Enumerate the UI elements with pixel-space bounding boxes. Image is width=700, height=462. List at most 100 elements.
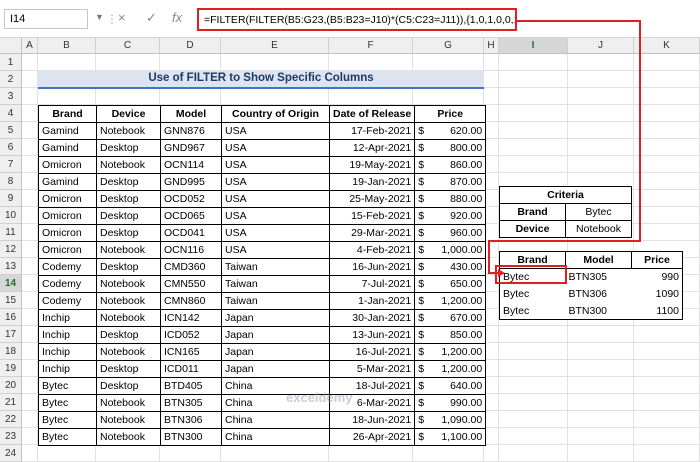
row-header-15[interactable]: 15: [0, 292, 22, 309]
table-cell[interactable]: Desktop: [96, 224, 161, 242]
table-cell[interactable]: Bytec: [38, 428, 97, 446]
price-cell[interactable]: $870.00: [414, 173, 487, 191]
table-cell[interactable]: GND967: [160, 139, 222, 157]
price-cell[interactable]: $430.00: [414, 258, 487, 276]
price-cell[interactable]: $1,100.00: [414, 428, 487, 446]
table-cell[interactable]: 30-Jan-2021: [328, 309, 416, 327]
column-header-g[interactable]: G: [413, 38, 484, 54]
table-cell[interactable]: Taiwan: [221, 275, 330, 293]
table-cell[interactable]: Desktop: [96, 326, 161, 344]
table-cell[interactable]: BTN300: [160, 428, 222, 446]
table-cell[interactable]: 12-Apr-2021: [328, 139, 416, 157]
cancel-icon[interactable]: ×: [118, 10, 126, 25]
table-cell[interactable]: Notebook: [96, 275, 161, 293]
table-cell[interactable]: Desktop: [96, 207, 161, 225]
table-cell[interactable]: Codemy: [38, 275, 97, 293]
table-cell[interactable]: 16-Jul-2021: [328, 343, 416, 361]
table-cell[interactable]: Omicron: [38, 156, 97, 174]
table-cell[interactable]: CMN550: [160, 275, 222, 293]
table-cell[interactable]: 15-Feb-2021: [328, 207, 416, 225]
table-cell[interactable]: USA: [221, 122, 330, 140]
row-header-7[interactable]: 7: [0, 156, 22, 173]
table-cell[interactable]: USA: [221, 190, 330, 208]
row-header-4[interactable]: 4: [0, 105, 22, 122]
select-all-corner[interactable]: [0, 38, 22, 54]
table-cell[interactable]: Desktop: [96, 360, 161, 378]
table-cell[interactable]: 1-Jan-2021: [328, 292, 416, 310]
table-cell[interactable]: 4-Feb-2021: [328, 241, 416, 259]
table-cell[interactable]: 29-Mar-2021: [328, 224, 416, 242]
table-cell[interactable]: GND995: [160, 173, 222, 191]
table-cell[interactable]: USA: [221, 139, 330, 157]
table-cell[interactable]: Omicron: [38, 224, 97, 242]
row-header-19[interactable]: 19: [0, 360, 22, 377]
row-header-5[interactable]: 5: [0, 122, 22, 139]
column-header-c[interactable]: C: [96, 38, 160, 54]
table-cell[interactable]: Gamind: [38, 173, 97, 191]
table-cell[interactable]: GNN876: [160, 122, 222, 140]
table-cell[interactable]: ICN142: [160, 309, 222, 327]
row-header-10[interactable]: 10: [0, 207, 22, 224]
table-cell[interactable]: 25-May-2021: [328, 190, 416, 208]
table-cell[interactable]: BTN305: [160, 394, 222, 412]
table-cell[interactable]: 7-Jul-2021: [328, 275, 416, 293]
row-header-18[interactable]: 18: [0, 343, 22, 360]
row-header-23[interactable]: 23: [0, 428, 22, 445]
table-cell[interactable]: Codemy: [38, 292, 97, 310]
table-cell[interactable]: ICD052: [160, 326, 222, 344]
table-cell[interactable]: CMD360: [160, 258, 222, 276]
table-cell[interactable]: Inchip: [38, 360, 97, 378]
table-cell[interactable]: 5-Mar-2021: [328, 360, 416, 378]
table-cell[interactable]: Omicron: [38, 190, 97, 208]
result-cell[interactable]: BTN306: [566, 286, 632, 303]
row-header-24[interactable]: 24: [0, 445, 22, 462]
price-cell[interactable]: $640.00: [414, 377, 487, 395]
column-header-f[interactable]: F: [329, 38, 413, 54]
result-cell[interactable]: 990: [632, 269, 683, 286]
selected-cell-i14[interactable]: [495, 265, 567, 284]
table-cell[interactable]: Notebook: [96, 428, 161, 446]
table-cell[interactable]: Notebook: [96, 343, 161, 361]
table-cell[interactable]: Desktop: [96, 258, 161, 276]
column-header-e[interactable]: E: [221, 38, 329, 54]
row-header-17[interactable]: 17: [0, 326, 22, 343]
table-cell[interactable]: Notebook: [96, 156, 161, 174]
enter-icon[interactable]: ✓: [146, 10, 157, 26]
table-cell[interactable]: Notebook: [96, 292, 161, 310]
row-header-11[interactable]: 11: [0, 224, 22, 241]
table-cell[interactable]: 18-Jun-2021: [328, 411, 416, 429]
price-cell[interactable]: $670.00: [414, 309, 487, 327]
criteria-value[interactable]: Notebook: [565, 220, 632, 238]
table-cell[interactable]: 17-Feb-2021: [328, 122, 416, 140]
table-cell[interactable]: OCD041: [160, 224, 222, 242]
result-cell[interactable]: 1090: [632, 286, 683, 303]
table-cell[interactable]: Bytec: [38, 394, 97, 412]
table-cell[interactable]: OCD065: [160, 207, 222, 225]
column-header-h[interactable]: H: [484, 38, 499, 54]
price-cell[interactable]: $1,200.00: [414, 360, 487, 378]
row-header-12[interactable]: 12: [0, 241, 22, 258]
table-cell[interactable]: China: [221, 411, 330, 429]
table-cell[interactable]: Japan: [221, 309, 330, 327]
table-cell[interactable]: Taiwan: [221, 292, 330, 310]
table-cell[interactable]: Japan: [221, 326, 330, 344]
table-cell[interactable]: Omicron: [38, 241, 97, 259]
price-cell[interactable]: $800.00: [414, 139, 487, 157]
spreadsheet-grid[interactable]: ABCDEFGHIJK 1 2 3 4 5 6 7 8 9 10 11 12 13 14 15 16 17 18 1…: [0, 38, 700, 462]
row-header-1[interactable]: 1: [0, 54, 22, 71]
result-cell[interactable]: Bytec: [500, 303, 566, 320]
price-cell[interactable]: $1,000.00: [414, 241, 487, 259]
table-cell[interactable]: Inchip: [38, 326, 97, 344]
table-cell[interactable]: Japan: [221, 360, 330, 378]
price-cell[interactable]: $1,200.00: [414, 343, 487, 361]
table-cell[interactable]: Bytec: [38, 411, 97, 429]
table-cell[interactable]: Inchip: [38, 309, 97, 327]
table-cell[interactable]: Japan: [221, 343, 330, 361]
table-cell[interactable]: Notebook: [96, 122, 161, 140]
result-cell[interactable]: Bytec: [500, 286, 566, 303]
column-header-b[interactable]: B: [38, 38, 96, 54]
table-cell[interactable]: USA: [221, 173, 330, 191]
table-cell[interactable]: ICD011: [160, 360, 222, 378]
table-cell[interactable]: Gamind: [38, 139, 97, 157]
column-header-k[interactable]: K: [634, 38, 700, 54]
